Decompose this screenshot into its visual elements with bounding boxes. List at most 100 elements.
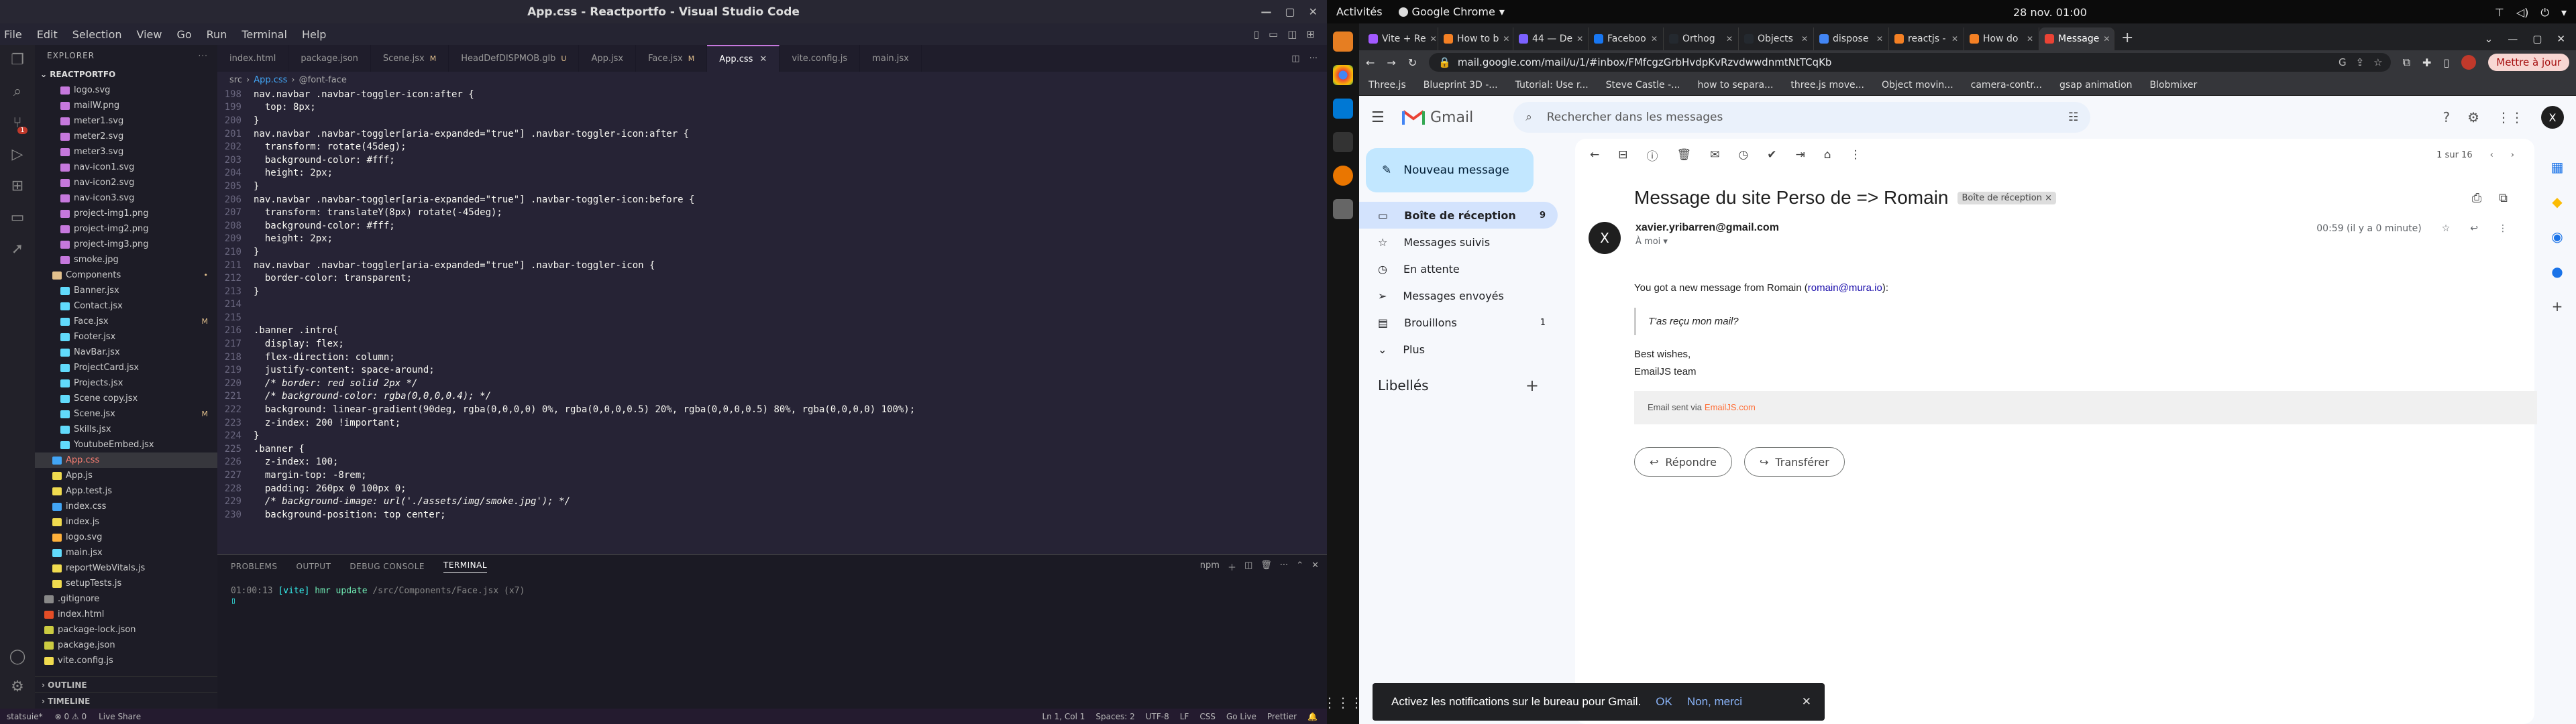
network-icon[interactable]: ⊤ [2495,6,2504,19]
maximize-panel-icon[interactable]: ⌃ [1296,560,1303,573]
puzzle-icon[interactable]: ✚ [2422,56,2431,69]
close-tab-icon[interactable]: ✕ [2027,34,2033,44]
volume-icon[interactable]: ◁) [2516,6,2529,19]
file-tree-item[interactable]: Skills.jsx [35,422,217,437]
move-to-icon[interactable]: ⇥ [1795,148,1805,162]
file-tree-item[interactable]: project-img3.png [35,237,217,252]
live-share-status[interactable]: Live Share [99,712,141,721]
account-avatar[interactable]: X [2541,106,2564,129]
editor-tab[interactable]: App.css ✕ [707,45,780,72]
timeline-section[interactable]: › TIMELINE [35,692,217,709]
remote-explorer-icon[interactable]: ▭ [11,209,25,226]
file-tree-item[interactable]: NavBar.jsx [35,345,217,360]
close-icon[interactable]: ✕ [1802,695,1811,709]
menu-help[interactable]: Help [302,28,326,41]
bookmark-item[interactable]: how to separa... [1698,80,1774,90]
file-tree-item[interactable]: Scene copy.jsx [35,391,217,406]
file-tree-item[interactable]: project-img1.png [35,206,217,221]
file-tree-item[interactable]: mailW.png [35,98,217,113]
menu-edit[interactable]: Edit [37,28,58,41]
file-tree-item[interactable]: setupTests.js [35,576,217,591]
file-tree-item[interactable]: vite.config.js [35,653,217,666]
close-tab-icon[interactable]: ✕ [759,54,767,64]
address-bar[interactable]: 🔒 mail.google.com/mail/u/1/#inbox/FMfcgz… [1429,53,2391,72]
menu-view[interactable]: View [137,28,162,41]
file-tree-item[interactable]: App.test.js [35,483,217,499]
more-actions-icon[interactable]: ··· [199,51,208,60]
sender-avatar[interactable]: X [1589,222,1621,254]
code-editor[interactable]: 198 nav.navbar .navbar-toggler-icon:after… [217,88,1327,591]
file-tree-item[interactable]: reportWebVitals.js [35,560,217,576]
live-share-icon[interactable]: ➚ [11,241,23,257]
back-arrow-icon[interactable]: ← [1590,148,1599,162]
file-tree-item[interactable]: Footer.jsx [35,329,217,345]
profile-icon[interactable] [2461,55,2477,70]
blender-app-icon[interactable] [1333,166,1353,186]
layout-split-icon[interactable]: ◫ [1287,28,1297,40]
close-tab-icon[interactable]: ✕ [1503,34,1509,44]
bookmark-star-icon[interactable]: ☆ [2373,56,2382,68]
browser-tab[interactable]: Objects ✕ [1739,27,1814,50]
editor-tab[interactable]: HeadDefDISPMOB.glb U [449,45,580,72]
vscode-app-icon[interactable] [1333,99,1353,119]
browser-tab[interactable]: 44 — De ✕ [1513,27,1589,50]
browser-tab[interactable]: Faceboo ✕ [1589,27,1664,50]
file-tree-item[interactable]: App.css [35,452,217,468]
file-tree-item[interactable]: Scene.jsx M [35,406,217,422]
device-app-icon[interactable] [1333,199,1353,219]
file-tree-item[interactable]: index.css [35,499,217,514]
file-tree-item[interactable]: ProjectCard.jsx [35,360,217,375]
trash-icon[interactable]: 🗑 [1260,560,1272,573]
menu-selection[interactable]: Selection [72,28,122,41]
layout-panel-icon[interactable]: ▭ [1269,28,1278,40]
file-tree-item[interactable]: Contact.jsx [35,298,217,314]
close-tab-icon[interactable]: ✕ [1876,34,1883,44]
reply-icon[interactable]: ↩ [2470,223,2478,234]
breadcrumb-src[interactable]: src [229,75,242,85]
close-tab-icon[interactable]: ✕ [2103,34,2110,44]
sender-email[interactable]: xavier.yribarren@gmail.com [1635,222,1779,234]
settings-gear-icon[interactable]: ⚙ [2467,109,2479,125]
browser-tab[interactable]: How to b ✕ [1438,27,1513,50]
forward-icon[interactable]: → [1387,56,1395,69]
nav-item[interactable]: ▤ Brouillons 1 [1359,309,1558,336]
indentation[interactable]: Spaces: 2 [1095,712,1134,721]
add-task-icon[interactable]: ✔ [1767,148,1776,162]
browser-tab[interactable]: Message ✕ [2039,27,2114,50]
new-tab-icon[interactable]: + [2114,29,2140,50]
file-tree-item[interactable]: package.json [35,638,217,653]
minimize-icon[interactable]: — [1260,5,1271,18]
toast-dismiss-button[interactable]: Non, merci [1687,695,1742,709]
file-tree-item[interactable]: Banner.jsx [35,283,217,298]
gmail-logo[interactable]: Gmail [1402,109,1473,126]
file-tree-item[interactable]: logo.svg [35,82,217,98]
browser-tab[interactable]: dispose ✕ [1814,27,1889,50]
problems-status[interactable]: ⊗ 0 ⚠ 0 [55,712,87,721]
chevron-down-icon[interactable]: ▾ [2561,6,2567,19]
file-tree-item[interactable]: .gitignore [35,591,217,607]
run-debug-icon[interactable]: ▷ [12,146,23,163]
close-tab-icon[interactable]: ✕ [1576,34,1583,44]
open-new-window-icon[interactable]: ⧉ [2499,191,2508,205]
editor-tab[interactable]: App.jsx [579,45,637,72]
breadcrumb-symbol[interactable]: @font-face [299,75,347,85]
file-tree-item[interactable]: main.jsx [35,545,217,560]
share-icon[interactable]: ⇪ [2356,56,2365,68]
editor-tab[interactable]: Face.jsx M [636,45,708,72]
forward-button[interactable]: ↪ Transférer [1743,447,1845,477]
maximize-icon[interactable]: ▢ [1285,5,1295,18]
bookmark-item[interactable]: Steve Castle -... [1606,80,1680,90]
file-tree-item[interactable]: Components • [35,267,217,283]
tasks-icon[interactable]: ◉ [2551,229,2563,245]
bookmark-item[interactable]: Three.js [1368,80,1406,90]
tab-search-icon[interactable]: ⌄ [2485,33,2493,45]
bookmark-item[interactable]: Tutorial: Use r... [1515,80,1589,90]
file-tree-item[interactable]: YoutubeEmbed.jsx [35,437,217,452]
customize-layout-icon[interactable]: ⊞ [1306,28,1315,40]
inbox-label-badge[interactable]: Boîte de réception × [1957,191,2056,204]
file-tree-item[interactable]: index.html [35,607,217,622]
explorer-root-folder[interactable]: ⌄ REACTPORTFO [35,66,217,82]
reload-icon[interactable]: ↻ [1408,56,1417,69]
browser-tab[interactable]: reactjs - ✕ [1889,27,1964,50]
get-addons-icon[interactable]: + [2552,298,2563,314]
